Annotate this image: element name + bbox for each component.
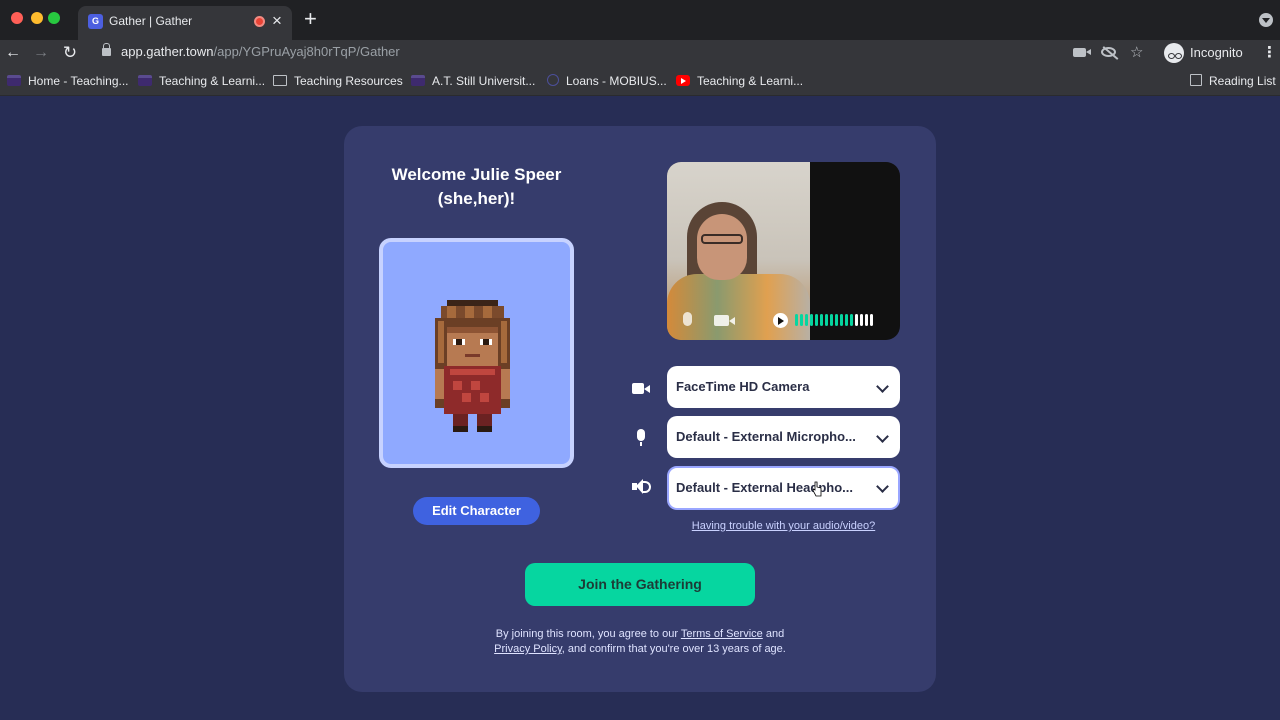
tab-close-icon[interactable]: × bbox=[272, 11, 282, 31]
atsu-icon bbox=[7, 75, 21, 86]
browser-toolbar: ← → ↻ app.gather.town/app/YGPruAyaj8h0rT… bbox=[0, 40, 1280, 68]
atsu-icon bbox=[138, 75, 152, 86]
bookmark-item[interactable]: Loans - MOBIUS... bbox=[547, 74, 667, 88]
lock-icon[interactable] bbox=[102, 43, 111, 56]
meter-bar bbox=[860, 314, 863, 326]
meter-bar bbox=[795, 314, 798, 326]
meter-bar bbox=[820, 314, 823, 326]
meter-bar bbox=[805, 314, 808, 326]
meter-bar bbox=[830, 314, 833, 326]
youtube-icon bbox=[676, 75, 690, 86]
meter-bar bbox=[845, 314, 848, 326]
bookmark-item[interactable]: Teaching Resources bbox=[273, 74, 403, 88]
welcome-line-2: (she,her)! bbox=[437, 189, 516, 208]
url-path: /app/YGPruAyaj8h0rTqP/Gather bbox=[213, 44, 400, 59]
gather-favicon-icon: G bbox=[88, 14, 103, 29]
incognito-icon[interactable] bbox=[1164, 43, 1184, 63]
play-icon[interactable] bbox=[773, 313, 788, 328]
address-bar[interactable]: app.gather.town/app/YGPruAyaj8h0rTqP/Gat… bbox=[121, 44, 400, 59]
hand-cursor-icon bbox=[812, 481, 822, 497]
meter-bar bbox=[850, 314, 853, 326]
meter-bar bbox=[810, 314, 813, 326]
window-maximize-button[interactable] bbox=[48, 12, 60, 24]
meter-bar bbox=[870, 314, 873, 326]
audio-video-help-link[interactable]: Having trouble with your audio/video? bbox=[667, 520, 900, 532]
join-gathering-button[interactable]: Join the Gathering bbox=[525, 563, 755, 606]
welcome-heading: Welcome Julie Speer (she,her)! bbox=[344, 163, 609, 211]
atsu-icon bbox=[411, 75, 425, 86]
tab-search-icon[interactable] bbox=[1259, 13, 1273, 27]
mic-toggle-icon[interactable] bbox=[683, 312, 692, 326]
join-card: Welcome Julie Speer (she,her)! Edit Char… bbox=[344, 126, 936, 692]
meter-bar bbox=[815, 314, 818, 326]
forward-icon[interactable]: → bbox=[30, 42, 52, 64]
bookmark-item[interactable]: Home - Teaching... bbox=[7, 74, 129, 88]
folder-icon bbox=[273, 75, 287, 86]
window-minimize-button[interactable] bbox=[31, 12, 43, 24]
reading-list-button[interactable]: Reading List bbox=[1190, 74, 1276, 88]
bookmark-item[interactable]: Teaching & Learni... bbox=[676, 74, 803, 88]
microphone-select-value: Default - External Micropho... bbox=[676, 429, 856, 444]
tab-title: Gather | Gather bbox=[109, 14, 193, 28]
bookmark-item[interactable]: A.T. Still Universit... bbox=[411, 74, 535, 88]
browser-tab-bar: G Gather | Gather × + bbox=[0, 0, 1280, 40]
chevron-down-icon bbox=[876, 380, 889, 393]
url-host: app.gather.town bbox=[121, 44, 214, 59]
back-icon[interactable]: ← bbox=[2, 42, 24, 64]
reload-icon[interactable]: ↻ bbox=[59, 42, 81, 64]
camera-icon[interactable] bbox=[1073, 48, 1091, 57]
terms-of-service-link[interactable]: Terms of Service bbox=[681, 628, 763, 640]
camera-toggle-icon[interactable] bbox=[714, 315, 735, 326]
bookmark-item[interactable]: Teaching & Learni... bbox=[138, 74, 265, 88]
circle-icon bbox=[547, 74, 559, 86]
privacy-policy-link[interactable]: Privacy Policy bbox=[494, 643, 562, 655]
new-tab-button[interactable]: + bbox=[304, 7, 317, 31]
meter-bar bbox=[825, 314, 828, 326]
profile-label[interactable]: Incognito bbox=[1190, 45, 1243, 60]
more-icon[interactable]: ⋮ bbox=[1262, 43, 1277, 63]
meter-bar bbox=[835, 314, 838, 326]
window-close-button[interactable] bbox=[11, 12, 23, 24]
meter-bar bbox=[800, 314, 803, 326]
video-preview bbox=[667, 162, 900, 340]
recording-indicator-icon bbox=[254, 16, 265, 27]
bookmarks-bar: Home - Teaching... Teaching & Learni... … bbox=[0, 68, 1280, 96]
meter-bar bbox=[865, 314, 868, 326]
star-icon[interactable]: ☆ bbox=[1130, 45, 1143, 61]
terms-notice: By joining this room, you agree to our T… bbox=[494, 628, 786, 655]
camera-select-value: FaceTime HD Camera bbox=[676, 379, 810, 394]
edit-character-button[interactable]: Edit Character bbox=[413, 497, 540, 525]
chevron-down-icon bbox=[876, 480, 889, 493]
speaker-select[interactable]: Default - External Headpho... bbox=[667, 466, 900, 510]
avatar-preview bbox=[379, 238, 574, 468]
meter-bar bbox=[855, 314, 858, 326]
camera-select[interactable]: FaceTime HD Camera bbox=[667, 366, 900, 408]
chevron-down-icon bbox=[876, 430, 889, 443]
microphone-select[interactable]: Default - External Micropho... bbox=[667, 416, 900, 458]
meter-bar bbox=[840, 314, 843, 326]
eye-off-icon[interactable] bbox=[1101, 47, 1116, 57]
browser-tab-gather[interactable]: G Gather | Gather × bbox=[78, 6, 292, 40]
speaker-select-value: Default - External Headpho... bbox=[676, 480, 853, 495]
welcome-line-1: Welcome Julie Speer bbox=[391, 165, 562, 184]
reading-list-icon bbox=[1190, 74, 1202, 86]
character-sprite bbox=[435, 300, 510, 432]
